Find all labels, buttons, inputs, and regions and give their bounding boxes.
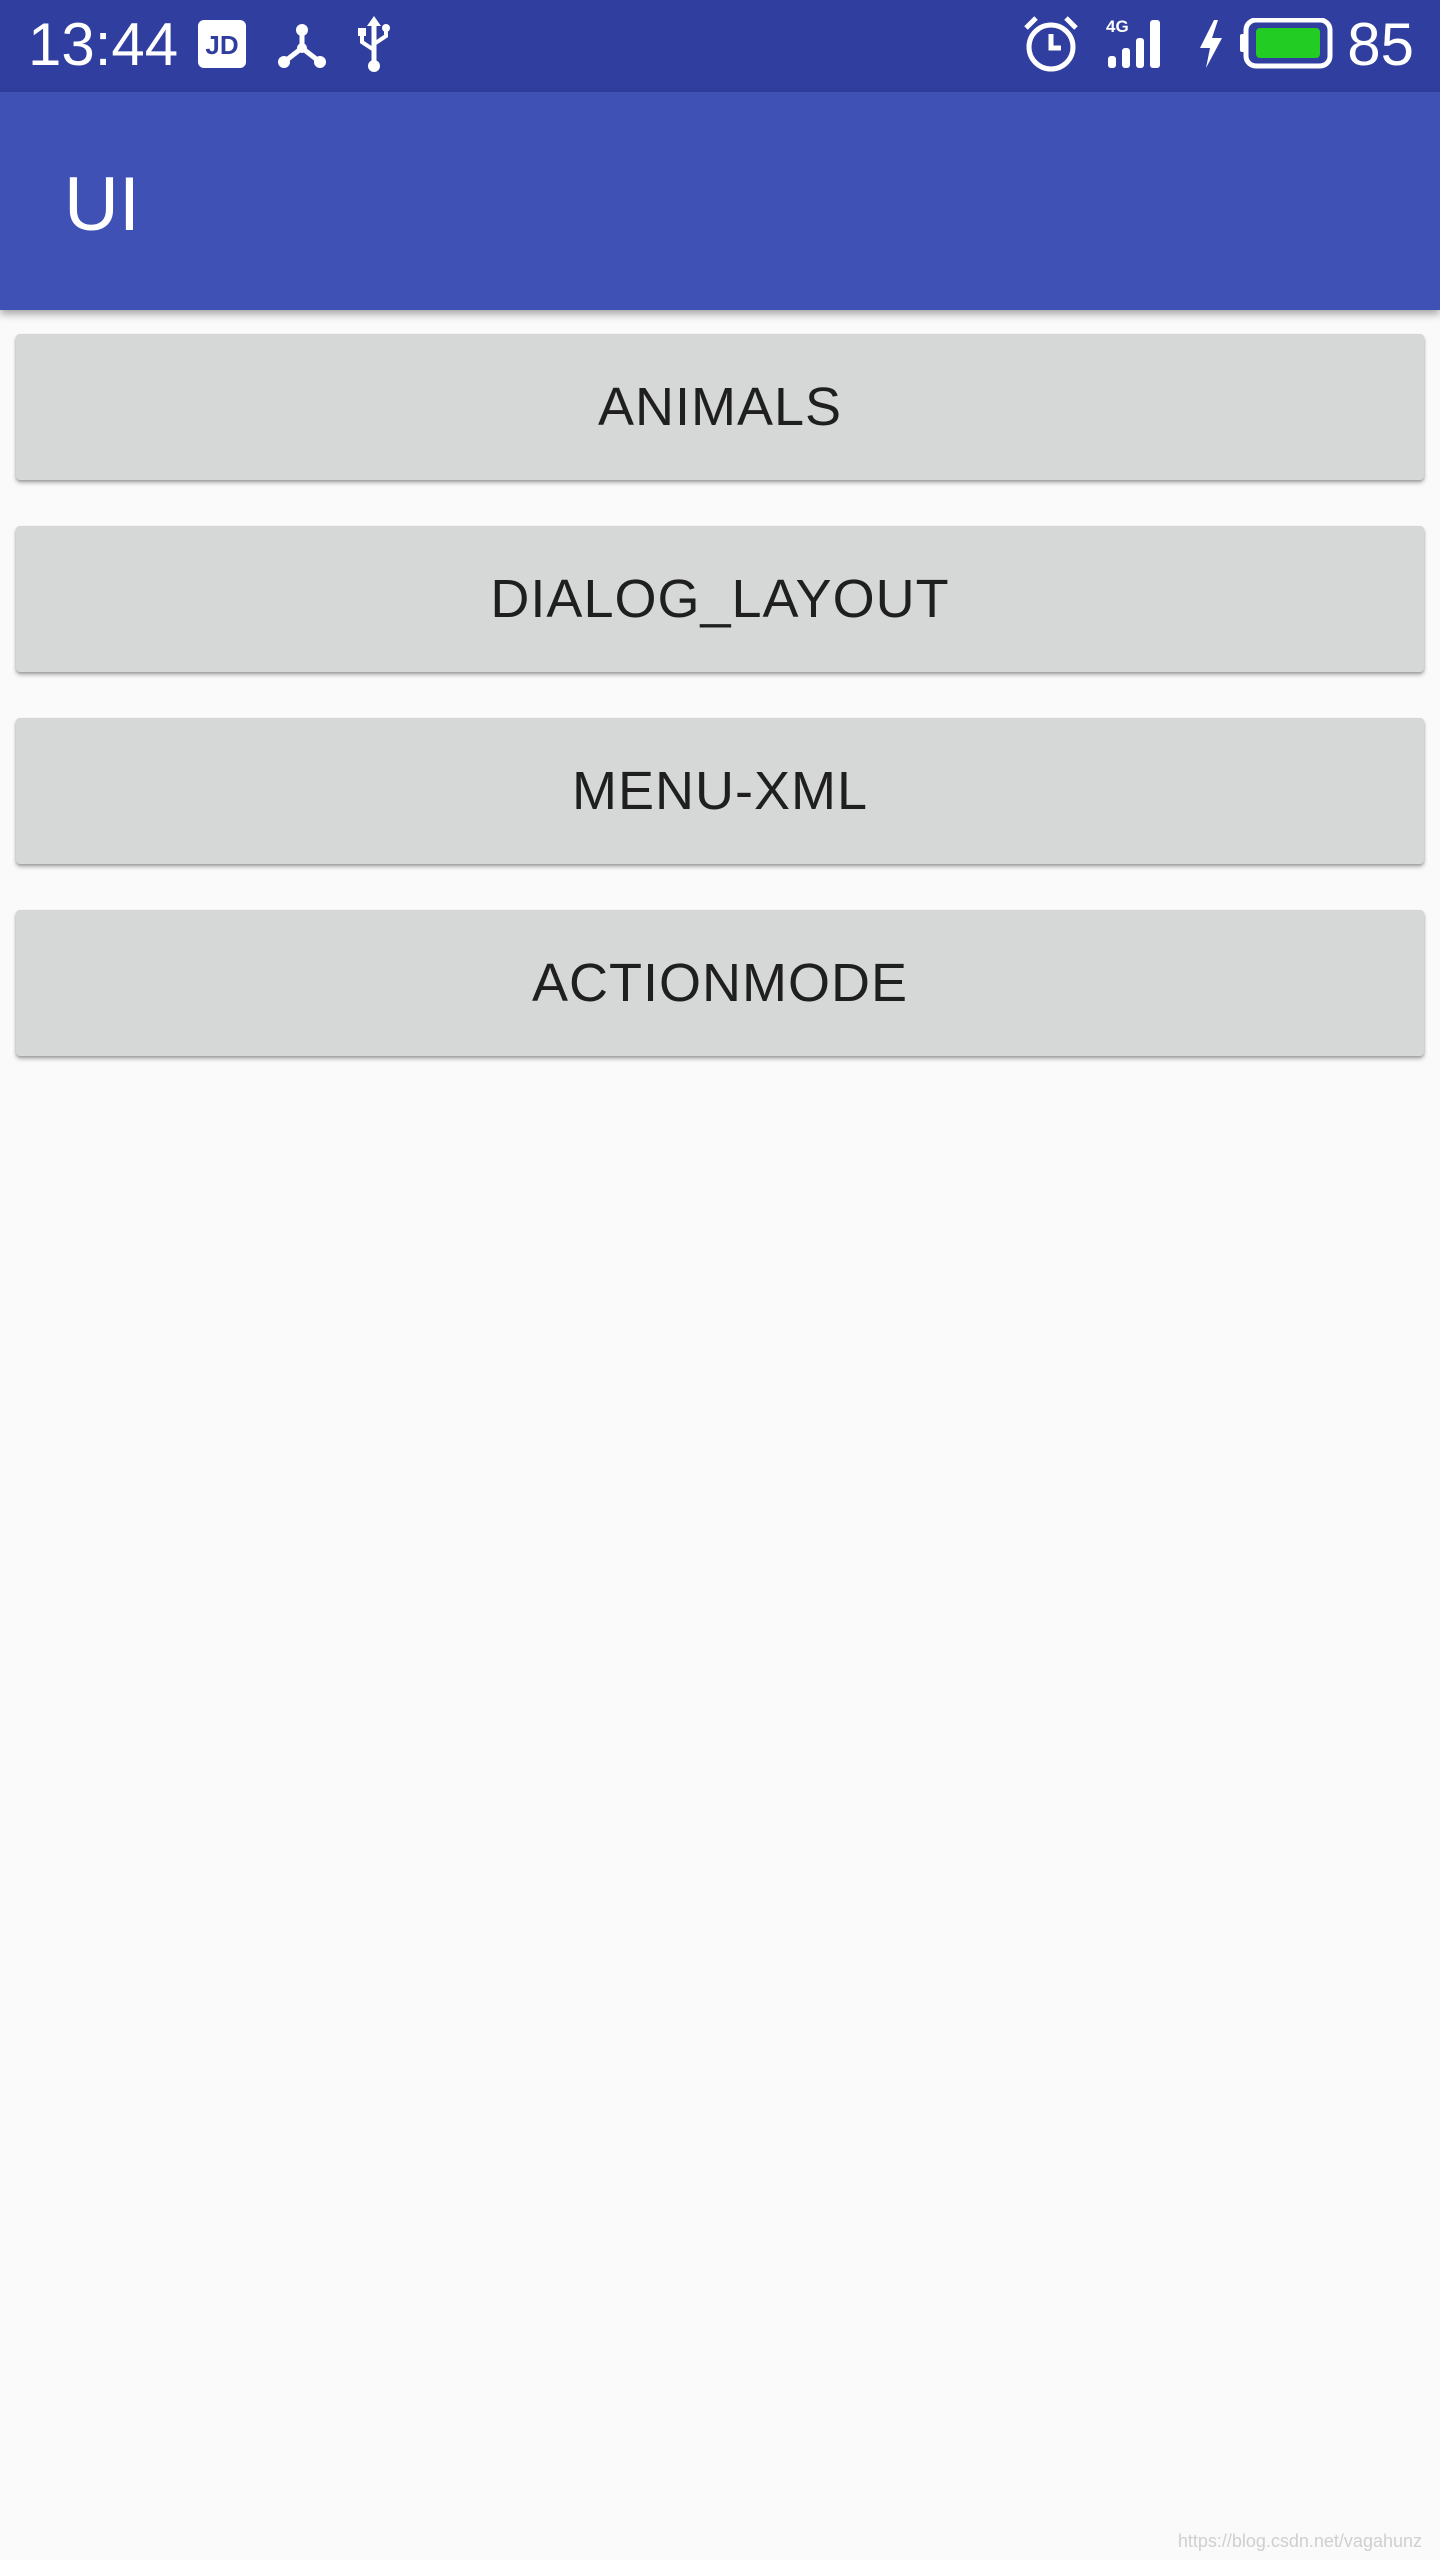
signal-4g-icon: 4G bbox=[1106, 17, 1160, 68]
app-title: UI bbox=[64, 162, 140, 247]
jd-app-icon: JD bbox=[198, 20, 246, 68]
usb-icon bbox=[358, 16, 390, 72]
share-hub-icon bbox=[278, 24, 326, 68]
dialog-layout-button[interactable]: DIALOG_LAYOUT bbox=[16, 526, 1424, 672]
animals-button[interactable]: ANIMALS bbox=[16, 334, 1424, 480]
actionmode-button[interactable]: ACTIONMODE bbox=[16, 910, 1424, 1056]
app-bar: UI bbox=[0, 92, 1440, 310]
network-type-label: 4G bbox=[1106, 17, 1129, 36]
battery-icon bbox=[1240, 18, 1333, 69]
menu-xml-button[interactable]: MENU-XML bbox=[16, 718, 1424, 864]
main-content: ANIMALS DIALOG_LAYOUT MENU-XML ACTIONMOD… bbox=[0, 310, 1440, 2560]
watermark: https://blog.csdn.net/vagahunz bbox=[1177, 2531, 1422, 2551]
charging-bolt-icon bbox=[1200, 20, 1222, 68]
alarm-icon bbox=[1024, 16, 1078, 72]
status-bar: 13:44 JD 4G 85 bbox=[0, 0, 1440, 92]
status-time: 13:44 bbox=[28, 11, 179, 78]
battery-percentage: 85 bbox=[1347, 11, 1414, 78]
svg-text:JD: JD bbox=[205, 30, 238, 60]
